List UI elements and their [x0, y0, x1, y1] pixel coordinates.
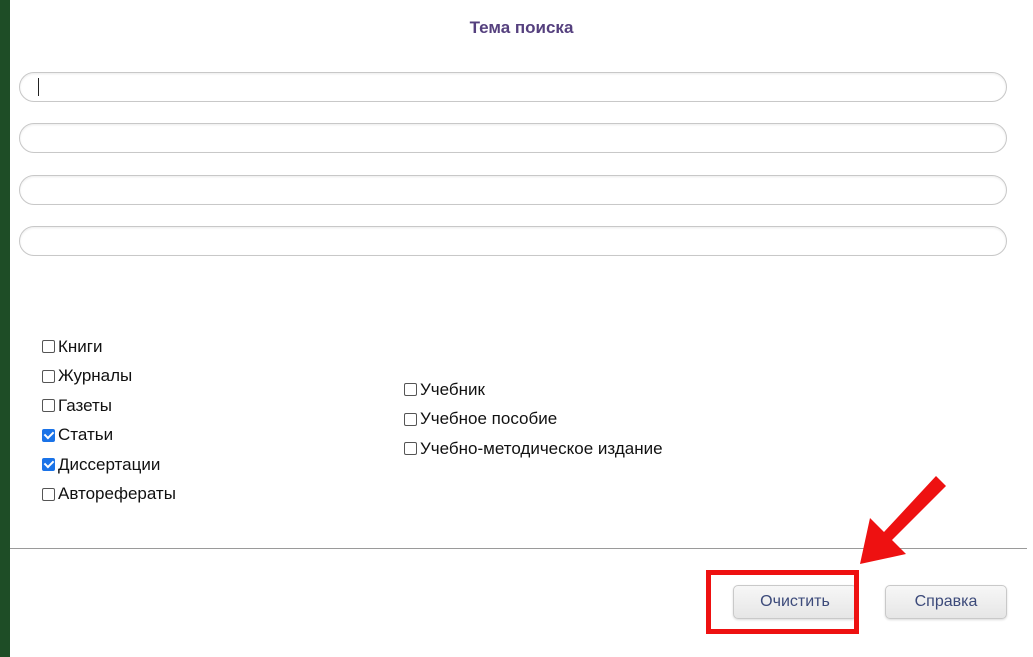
checkbox-dissertations[interactable]: [42, 458, 55, 472]
checkbox-books[interactable]: [42, 340, 55, 354]
search-field-4[interactable]: [19, 226, 1007, 256]
checkbox-label: Диссертации: [58, 454, 161, 474]
checkbox-label: Статьи: [58, 425, 114, 445]
checkbox-item-textbook[interactable]: Учебник: [404, 375, 663, 405]
red-arrow-icon: [860, 476, 946, 564]
checkbox-label: Авторефераты: [58, 484, 176, 504]
search-field-2[interactable]: [19, 123, 1007, 153]
checkbox-item-dissertations[interactable]: Диссертации: [42, 450, 176, 480]
checkbox-label: Учебник: [420, 379, 485, 399]
checkbox-label: Журналы: [58, 366, 133, 386]
publication-type-group: Учебник Учебное пособие Учебно-методичес…: [404, 375, 663, 464]
checkbox-item-methodical-edition[interactable]: Учебно-методическое издание: [404, 434, 663, 464]
checkbox-item-books[interactable]: Книги: [42, 332, 176, 362]
checkbox-item-newspapers[interactable]: Газеты: [42, 391, 176, 421]
checkbox-item-abstracts[interactable]: Авторефераты: [42, 480, 176, 510]
help-button[interactable]: Справка: [885, 585, 1007, 619]
checkbox-journals[interactable]: [42, 369, 55, 383]
text-caret: [38, 78, 39, 96]
checkbox-articles[interactable]: [42, 428, 55, 442]
checkbox-study-guide[interactable]: [404, 412, 417, 426]
document-type-group: Книги Журналы Газеты Статьи Диссертации …: [42, 332, 176, 509]
checkbox-label: Учебное пособие: [420, 409, 558, 429]
checkbox-label: Газеты: [58, 395, 113, 415]
search-topic-title: Тема поиска: [469, 18, 574, 37]
search-field-1[interactable]: [19, 72, 1007, 102]
checkbox-textbook[interactable]: [404, 383, 417, 397]
checkbox-item-articles[interactable]: Статьи: [42, 421, 176, 451]
checkbox-label: Учебно-методическое издание: [420, 438, 663, 458]
search-field-3[interactable]: [19, 175, 1007, 205]
checkbox-newspapers[interactable]: [42, 399, 55, 413]
checkbox-abstracts[interactable]: [42, 487, 55, 501]
highlight-box: [706, 570, 859, 634]
checkbox-item-journals[interactable]: Журналы: [42, 362, 176, 392]
checkbox-methodical-edition[interactable]: [404, 442, 417, 456]
checkbox-label: Книги: [58, 336, 103, 356]
checkbox-item-study-guide[interactable]: Учебное пособие: [404, 405, 663, 435]
